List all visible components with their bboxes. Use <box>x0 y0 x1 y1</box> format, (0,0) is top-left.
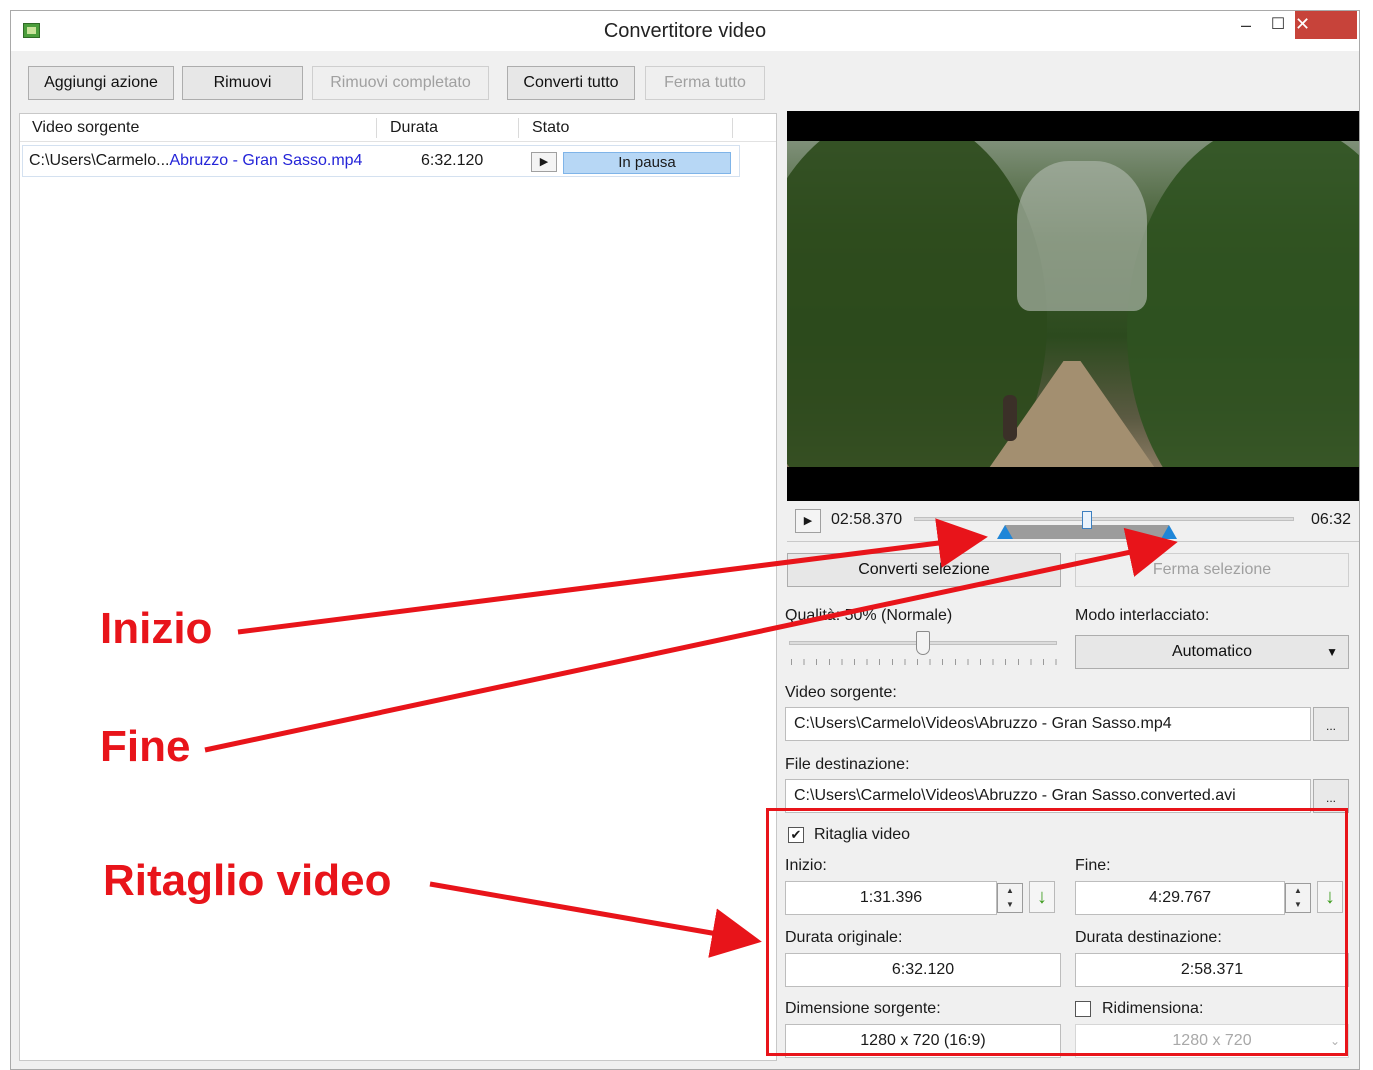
annotation-arrows <box>204 518 1178 958</box>
arrow-trim <box>429 881 762 958</box>
arrow-start <box>237 518 988 635</box>
